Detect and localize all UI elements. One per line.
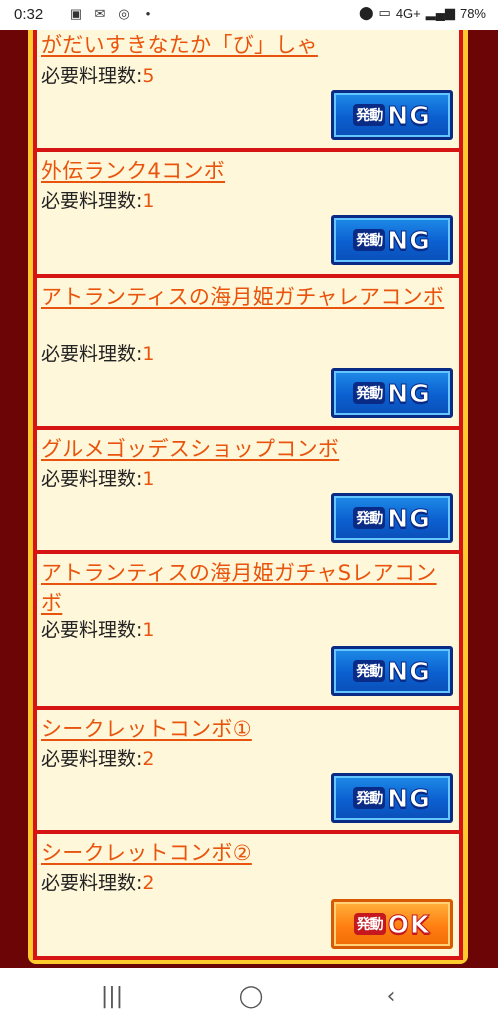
combo-requirement: 必要料理数:1	[41, 468, 155, 490]
activate-ng-button[interactable]: 発動 NG	[331, 90, 453, 140]
combo-name-link[interactable]: アトランティスの海月姫ガチャレアコンボ	[41, 282, 447, 312]
combo-name-link[interactable]: シークレットコンボ①	[41, 714, 447, 744]
combo-card: アトランティスの海月姫ガチャSレアコンボ 必要料理数:1 発動 NG	[37, 554, 459, 706]
combo-list[interactable]: がだいすきなたか「び」しゃ 必要料理数:5 発動 NG 外伝ランク4コンボ 必要料…	[33, 30, 463, 960]
activate-ng-button[interactable]: 発動 NG	[331, 773, 453, 823]
combo-card: 外伝ランク4コンボ 必要料理数:1 発動 NG	[37, 152, 459, 274]
combo-requirement: 必要料理数:2	[41, 872, 155, 894]
activate-ok-button[interactable]: 発動 OK	[331, 899, 453, 949]
mail-icon: ✉	[94, 6, 106, 21]
combo-requirement: 必要料理数:2	[41, 748, 155, 770]
signal-icon: ▂▄▆	[425, 5, 455, 20]
dot-icon: •	[145, 6, 151, 21]
combo-name-link[interactable]: がだいすきなたか「び」しゃ	[41, 30, 447, 60]
combo-name-link[interactable]: アトランティスの海月姫ガチャSレアコンボ	[41, 558, 447, 618]
combo-card: シークレットコンボ① 必要料理数:2 発動 NG	[37, 710, 459, 830]
chrome-icon: ◎	[118, 6, 130, 21]
volte-icon: ▭	[378, 5, 391, 20]
combo-name-link[interactable]: グルメゴッデスショップコンボ	[41, 434, 447, 464]
combo-card: シークレットコンボ② 必要料理数:2 発動 OK	[37, 834, 459, 956]
home-icon[interactable]: ◯	[236, 984, 266, 1010]
combo-card: グルメゴッデスショップコンボ 必要料理数:1 発動 NG	[37, 430, 459, 550]
combo-requirement: 必要料理数:1	[41, 343, 155, 365]
navigation-bar: ||| ◯ ‹	[0, 968, 498, 1024]
activate-ng-button[interactable]: 発動 NG	[331, 646, 453, 696]
gallery-icon: ▣	[69, 6, 83, 21]
combo-requirement: 必要料理数:1	[41, 619, 155, 641]
location-icon: ⬤	[358, 5, 374, 20]
status-time: 0:32	[14, 6, 44, 23]
activate-ng-button[interactable]: 発動 NG	[331, 493, 453, 543]
combo-name-link[interactable]: シークレットコンボ②	[41, 838, 447, 868]
activate-ng-button[interactable]: 発動 NG	[331, 368, 453, 418]
status-bar: 0:32 ▣ ✉ ◎ • ⬤ ▭ 4G+ ▂▄▆ 78%	[0, 0, 498, 30]
app-background: がだいすきなたか「び」しゃ 必要料理数:5 発動 NG 外伝ランク4コンボ 必要料…	[0, 30, 498, 968]
combo-requirement: 必要料理数:5	[41, 65, 155, 87]
network-label: 4G+	[395, 5, 421, 21]
recent-apps-icon[interactable]: |||	[97, 984, 127, 1010]
battery-level: 78%	[459, 5, 486, 21]
back-icon[interactable]: ‹	[376, 984, 406, 1010]
combo-name-link[interactable]: 外伝ランク4コンボ	[41, 156, 447, 186]
combo-card: アトランティスの海月姫ガチャレアコンボ 必要料理数:1 発動 NG	[37, 278, 459, 426]
status-right: ⬤ ▭ 4G+ ▂▄▆ 78%	[359, 5, 486, 21]
activate-ng-button[interactable]: 発動 NG	[331, 215, 453, 265]
combo-card: がだいすきなたか「び」しゃ 必要料理数:5 発動 NG	[37, 30, 459, 148]
combo-requirement: 必要料理数:1	[41, 190, 155, 212]
